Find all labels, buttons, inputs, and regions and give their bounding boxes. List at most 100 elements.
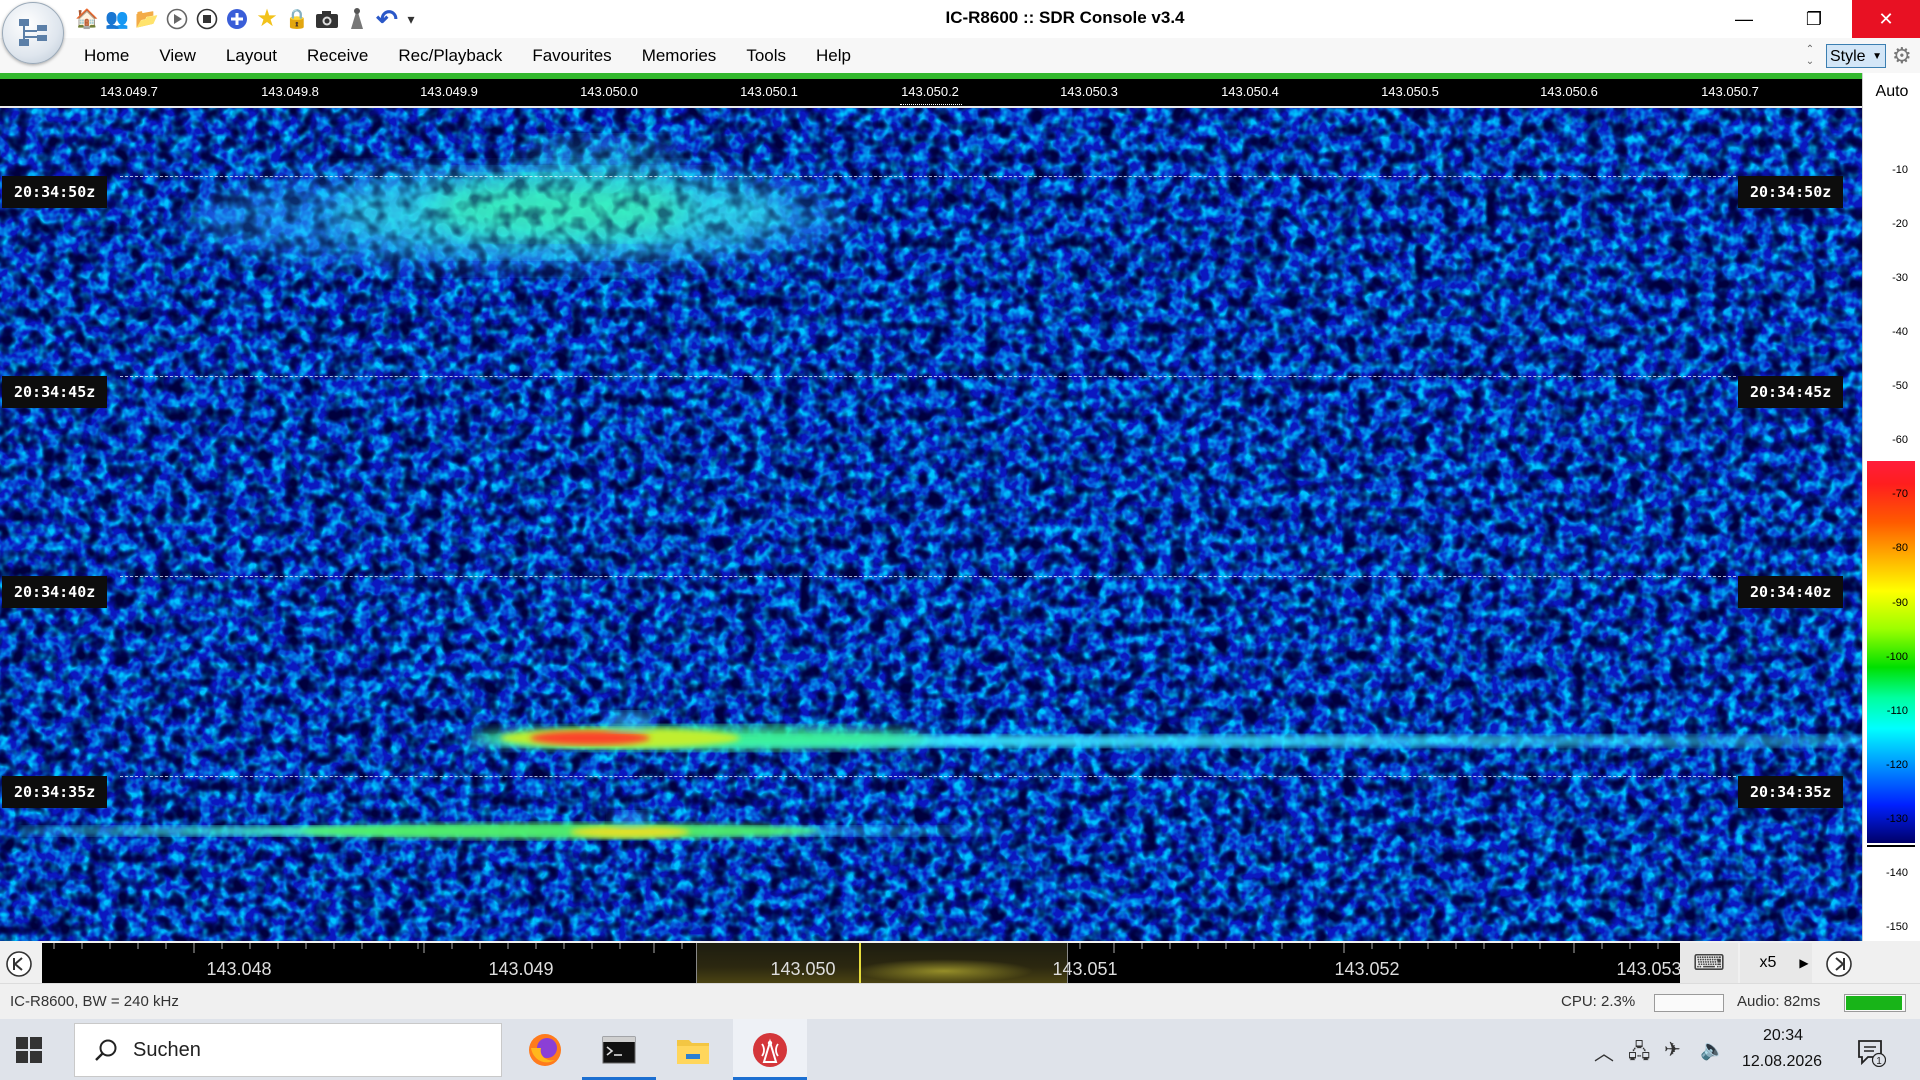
firefox-icon	[529, 1033, 561, 1066]
clock-time[interactable]: 20:34	[1763, 1027, 1803, 1045]
menu-home[interactable]: Home	[84, 46, 129, 66]
lock-icon[interactable]: 🔒	[284, 6, 310, 32]
freq-tick-label: 143.049.9	[420, 84, 478, 99]
device-status: IC-R8600, BW = 240 kHz	[10, 993, 179, 1010]
home-icon[interactable]: 🏠	[74, 6, 100, 32]
db-tick-label: -80	[1892, 542, 1908, 554]
notification-icon[interactable]: 1	[1856, 1037, 1886, 1067]
scroll-right-icon[interactable]	[1824, 949, 1854, 979]
taskbar-app-explorer[interactable]	[656, 1019, 730, 1080]
network-icon[interactable]: 🖧	[1628, 1037, 1650, 1071]
menu-favourites[interactable]: Favourites	[532, 46, 611, 66]
camera-icon[interactable]	[314, 6, 340, 32]
colormap-floor-marker[interactable]	[1867, 845, 1915, 847]
freq-tick-label: 143.050.0	[580, 84, 638, 99]
taskbar-search[interactable]: Suchen	[74, 1023, 502, 1077]
app-menu-button[interactable]	[2, 2, 64, 64]
db-tick-label: -50	[1892, 380, 1908, 392]
time-marker-label: 20:34:50z	[1738, 176, 1844, 208]
menu-bar: Home View Layout Receive Rec/Playback Fa…	[0, 38, 1920, 74]
customize-icon[interactable]: ▾	[404, 6, 418, 32]
freq-tick-label: 143.050.2	[901, 84, 959, 99]
style-dropdown[interactable]: Style ▼	[1826, 44, 1886, 68]
notification-count: 1	[1876, 1056, 1882, 1067]
menu-receive[interactable]: Receive	[307, 46, 368, 66]
db-tick-label: -100	[1885, 651, 1908, 663]
menu-rec-playback[interactable]: Rec/Playback	[398, 46, 502, 66]
frequency-scale[interactable]: 143.049.7 143.049.8 143.049.9 143.050.0 …	[0, 79, 1862, 106]
search-placeholder: Suchen	[133, 1039, 201, 1061]
scroller-freq-label: 143.053	[1616, 959, 1680, 979]
db-tick-label: -90	[1892, 597, 1908, 609]
menu-tools[interactable]: Tools	[746, 46, 786, 66]
freq-tick-label: 143.049.7	[100, 84, 158, 99]
terminal-icon	[602, 1036, 636, 1063]
scroller-track[interactable]: 143.048 143.049 143.050 143.051 143.052 …	[42, 943, 1680, 983]
taskbar-app-firefox[interactable]	[508, 1019, 582, 1080]
gear-icon[interactable]: ⚙	[1892, 44, 1912, 68]
db-tick-label: -10	[1892, 164, 1908, 176]
time-gridline	[120, 376, 1736, 377]
time-gridline	[120, 176, 1736, 177]
folder-icon[interactable]: 📂	[134, 6, 160, 32]
bandwidth-scroller: 143.048 143.049 143.050 143.051 143.052 …	[0, 941, 1862, 983]
tuning-cursor[interactable]	[859, 943, 861, 983]
antenna-icon[interactable]	[344, 6, 370, 32]
menu-view[interactable]: View	[159, 46, 196, 66]
style-dropdown-value: Style	[1830, 48, 1866, 65]
time-marker-label: 20:34:40z	[2, 576, 108, 608]
play-icon[interactable]	[164, 6, 190, 32]
scroller-freq-label: 143.052	[1334, 959, 1400, 979]
time-marker-label: 20:34:45z	[1738, 376, 1844, 408]
freq-tick-label: 143.050.4	[1221, 84, 1279, 99]
tuned-signal-glow	[854, 959, 1034, 983]
file-explorer-icon	[677, 1039, 709, 1064]
taskbar-app-sdr-console[interactable]	[733, 1019, 807, 1080]
time-marker-label: 20:34:40z	[1738, 576, 1844, 608]
db-tick-label: -110	[1886, 705, 1908, 717]
time-marker-label: 20:34:35z	[2, 776, 108, 808]
waterfall-display[interactable]: 20:34:50z 20:34:50z 20:34:45z 20:34:45z …	[0, 108, 1862, 941]
menu-layout[interactable]: Layout	[226, 46, 277, 66]
freq-tick-label: 143.050.3	[1060, 84, 1118, 99]
airplane-mode-icon[interactable]: ✈	[1664, 1037, 1681, 1062]
minimize-button[interactable]: —	[1710, 0, 1778, 38]
time-marker-label: 20:34:45z	[2, 376, 108, 408]
close-button[interactable]: ✕	[1852, 0, 1920, 38]
scroll-left-icon[interactable]	[4, 949, 34, 979]
restore-button[interactable]: ❐	[1780, 0, 1848, 38]
scroller-freq-label: 143.049	[488, 959, 554, 979]
add-icon[interactable]	[224, 6, 250, 32]
title-bar: 🏠 👥 📂 ★ 🔒 ↶ ▾ IC-R8600 :: SDR Console v3…	[0, 0, 1920, 38]
chevron-down-icon: ▼	[1872, 51, 1882, 62]
volume-icon[interactable]: 🔈	[1700, 1037, 1725, 1062]
db-tick-label: -150	[1885, 921, 1908, 933]
star-icon[interactable]: ★	[254, 6, 280, 32]
freq-tick-label: 143.050.5	[1381, 84, 1439, 99]
auto-scale-button[interactable]: Auto	[1863, 83, 1920, 101]
zoom-level[interactable]: x5	[1740, 943, 1796, 983]
stop-icon[interactable]	[194, 6, 220, 32]
clock-date[interactable]: 12.08.2026	[1742, 1053, 1822, 1071]
zoom-arrow-icon[interactable]: ▶	[1796, 943, 1812, 983]
db-tick-label: -20	[1892, 218, 1908, 230]
waterfall-image	[0, 108, 1862, 941]
freq-tick-label: 143.050.7	[1701, 84, 1759, 99]
freq-tick-label: 143.050.1	[740, 84, 798, 99]
undo-icon[interactable]: ↶	[374, 6, 400, 32]
db-tick-label: -140	[1885, 867, 1908, 879]
taskbar-app-terminal[interactable]	[582, 1019, 656, 1080]
style-spin-arrows-icon[interactable]: ⌃ ⌄	[1802, 44, 1818, 68]
windows-start-icon[interactable]	[14, 1035, 44, 1065]
keyboard-icon[interactable]: ⌨	[1680, 943, 1738, 983]
audio-level-fill	[1846, 996, 1903, 1010]
db-scale[interactable]: Auto -10 -20 -30 -40 -50 -60 -70 -80 -90…	[1862, 73, 1920, 941]
menu-memories[interactable]: Memories	[642, 46, 717, 66]
users-icon[interactable]: 👥	[104, 6, 130, 32]
status-bar: IC-R8600, BW = 240 kHz CPU: 2.3% Audio: …	[0, 983, 1920, 1020]
taskbar: Suchen ︿ 🖧 ✈ 🔈 20:34 12.08.2026 1	[0, 1019, 1920, 1080]
signal-burst-wide	[0, 108, 1862, 941]
menu-help[interactable]: Help	[816, 46, 851, 66]
quick-access-toolbar: 🏠 👥 📂 ★ 🔒 ↶ ▾	[74, 6, 418, 32]
chevron-up-icon[interactable]: ︿	[1594, 1037, 1614, 1066]
